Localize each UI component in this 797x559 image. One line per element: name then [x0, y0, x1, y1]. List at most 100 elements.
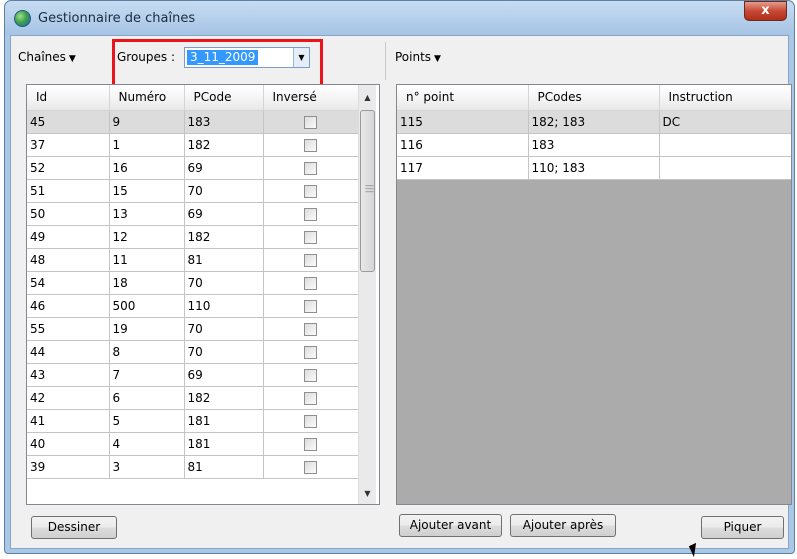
- inverse-checkbox[interactable]: [304, 460, 317, 474]
- table-cell: 181: [184, 409, 264, 433]
- table-cell: 110; 183: [528, 156, 660, 180]
- inverse-checkbox[interactable]: [304, 161, 317, 175]
- chevron-down-icon: ▼: [434, 54, 441, 64]
- table-row[interactable]: 50 13 69: [27, 202, 359, 226]
- table-cell: 13: [109, 202, 185, 226]
- dessiner-button[interactable]: Dessiner: [31, 516, 117, 539]
- scroll-up-icon[interactable]: ▲: [359, 89, 376, 106]
- table-cell: 51: [27, 179, 110, 203]
- table-cell: 18: [109, 271, 185, 295]
- scroll-thumb[interactable]: — — —: [360, 110, 375, 272]
- inverse-checkbox[interactable]: [304, 368, 317, 382]
- table-cell: 7: [109, 363, 185, 387]
- inverse-cell: [263, 432, 359, 456]
- table-cell: 183: [184, 110, 264, 134]
- inverse-checkbox[interactable]: [304, 115, 317, 129]
- table-cell: 16: [109, 156, 185, 180]
- title-bar: Gestionnaire de chaînes x: [5, 1, 794, 35]
- table-cell: 48: [27, 248, 110, 272]
- inverse-checkbox[interactable]: [304, 207, 317, 221]
- table-row[interactable]: 40 4 181: [27, 432, 359, 456]
- table-row[interactable]: 116 183: [397, 133, 791, 157]
- chains-scrollbar[interactable]: ▲ — — — ▼: [358, 85, 376, 504]
- table-cell: 52: [27, 156, 110, 180]
- inverse-checkbox[interactable]: [304, 414, 317, 428]
- table-cell: 50: [27, 202, 110, 226]
- inverse-checkbox[interactable]: [304, 391, 317, 405]
- table-cell: 182: [184, 133, 264, 157]
- table-cell: [659, 156, 791, 180]
- table-row[interactable]: 46 500 110: [27, 294, 359, 318]
- chains-table: Id Numéro PCode Inversé 45 9 183 37 1 182 52 16 69 5…: [26, 84, 380, 505]
- table-cell: 11: [109, 248, 185, 272]
- chaines-menu[interactable]: Chaînes ▼: [18, 50, 76, 64]
- table-cell: 1: [109, 133, 185, 157]
- table-cell: 44: [27, 340, 110, 364]
- inverse-cell: [263, 202, 359, 226]
- inverse-cell: [263, 179, 359, 203]
- inverse-cell: [263, 363, 359, 387]
- points-menu[interactable]: Points ▼: [395, 50, 441, 64]
- scroll-down-icon[interactable]: ▼: [359, 485, 376, 502]
- table-row[interactable]: 43 7 69: [27, 363, 359, 387]
- column-header[interactable]: Inversé: [263, 85, 359, 111]
- table-cell: 19: [109, 317, 185, 341]
- table-cell: 183: [528, 133, 660, 157]
- ajouter-avant-button[interactable]: Ajouter avant: [399, 514, 502, 537]
- table-row[interactable]: 42 6 182: [27, 386, 359, 410]
- inverse-checkbox[interactable]: [304, 345, 317, 359]
- inverse-cell: [263, 133, 359, 157]
- table-row[interactable]: 117 110; 183: [397, 156, 791, 180]
- table-cell: 110: [184, 294, 264, 318]
- table-cell: 54: [27, 271, 110, 295]
- close-button[interactable]: x: [744, 1, 787, 21]
- table-cell: DC: [659, 110, 791, 134]
- inverse-cell: [263, 386, 359, 410]
- table-row[interactable]: 44 8 70: [27, 340, 359, 364]
- ajouter-apres-button[interactable]: Ajouter après: [510, 514, 616, 537]
- table-cell: 182; 183: [528, 110, 660, 134]
- table-row[interactable]: 52 16 69: [27, 156, 359, 180]
- table-cell: 117: [397, 156, 529, 180]
- column-header[interactable]: Id: [27, 85, 110, 111]
- table-cell: 3: [109, 455, 185, 479]
- inverse-checkbox[interactable]: [304, 230, 317, 244]
- inverse-checkbox[interactable]: [304, 276, 317, 290]
- inverse-cell: [263, 225, 359, 249]
- inverse-checkbox[interactable]: [304, 322, 317, 336]
- inverse-checkbox[interactable]: [304, 138, 317, 152]
- table-cell: 70: [184, 340, 264, 364]
- column-header[interactable]: PCode: [184, 85, 264, 111]
- table-row[interactable]: 45 9 183: [27, 110, 359, 134]
- table-row[interactable]: 37 1 182: [27, 133, 359, 157]
- table-cell: 9: [109, 110, 185, 134]
- table-cell: 70: [184, 271, 264, 295]
- inverse-checkbox[interactable]: [304, 184, 317, 198]
- column-header[interactable]: Numéro: [109, 85, 185, 111]
- table-cell: 40: [27, 432, 110, 456]
- table-row[interactable]: 48 11 81: [27, 248, 359, 272]
- table-cell: 116: [397, 133, 529, 157]
- inverse-checkbox[interactable]: [304, 437, 317, 451]
- table-row[interactable]: 55 19 70: [27, 317, 359, 341]
- table-cell: 70: [184, 317, 264, 341]
- inverse-cell: [263, 317, 359, 341]
- piquer-button[interactable]: Piquer: [701, 516, 784, 539]
- table-row[interactable]: 51 15 70: [27, 179, 359, 203]
- table-row[interactable]: 41 5 181: [27, 409, 359, 433]
- column-header[interactable]: PCodes: [528, 85, 660, 111]
- table-row[interactable]: 39 3 81: [27, 455, 359, 479]
- column-header[interactable]: n° point: [397, 85, 529, 111]
- inverse-cell: [263, 271, 359, 295]
- points-toolbar: Points ▼: [389, 36, 787, 84]
- table-cell: 55: [27, 317, 110, 341]
- inverse-cell: [263, 455, 359, 479]
- inverse-checkbox[interactable]: [304, 299, 317, 313]
- table-row[interactable]: 54 18 70: [27, 271, 359, 295]
- table-cell: 182: [184, 386, 264, 410]
- table-row[interactable]: 115 182; 183 DC: [397, 110, 791, 134]
- inverse-checkbox[interactable]: [304, 253, 317, 267]
- table-row[interactable]: 49 12 182: [27, 225, 359, 249]
- column-header[interactable]: Instruction: [659, 85, 791, 111]
- chains-toolbar: Chaînes ▼ Groupes : 3_11_2009 ▼: [11, 36, 381, 88]
